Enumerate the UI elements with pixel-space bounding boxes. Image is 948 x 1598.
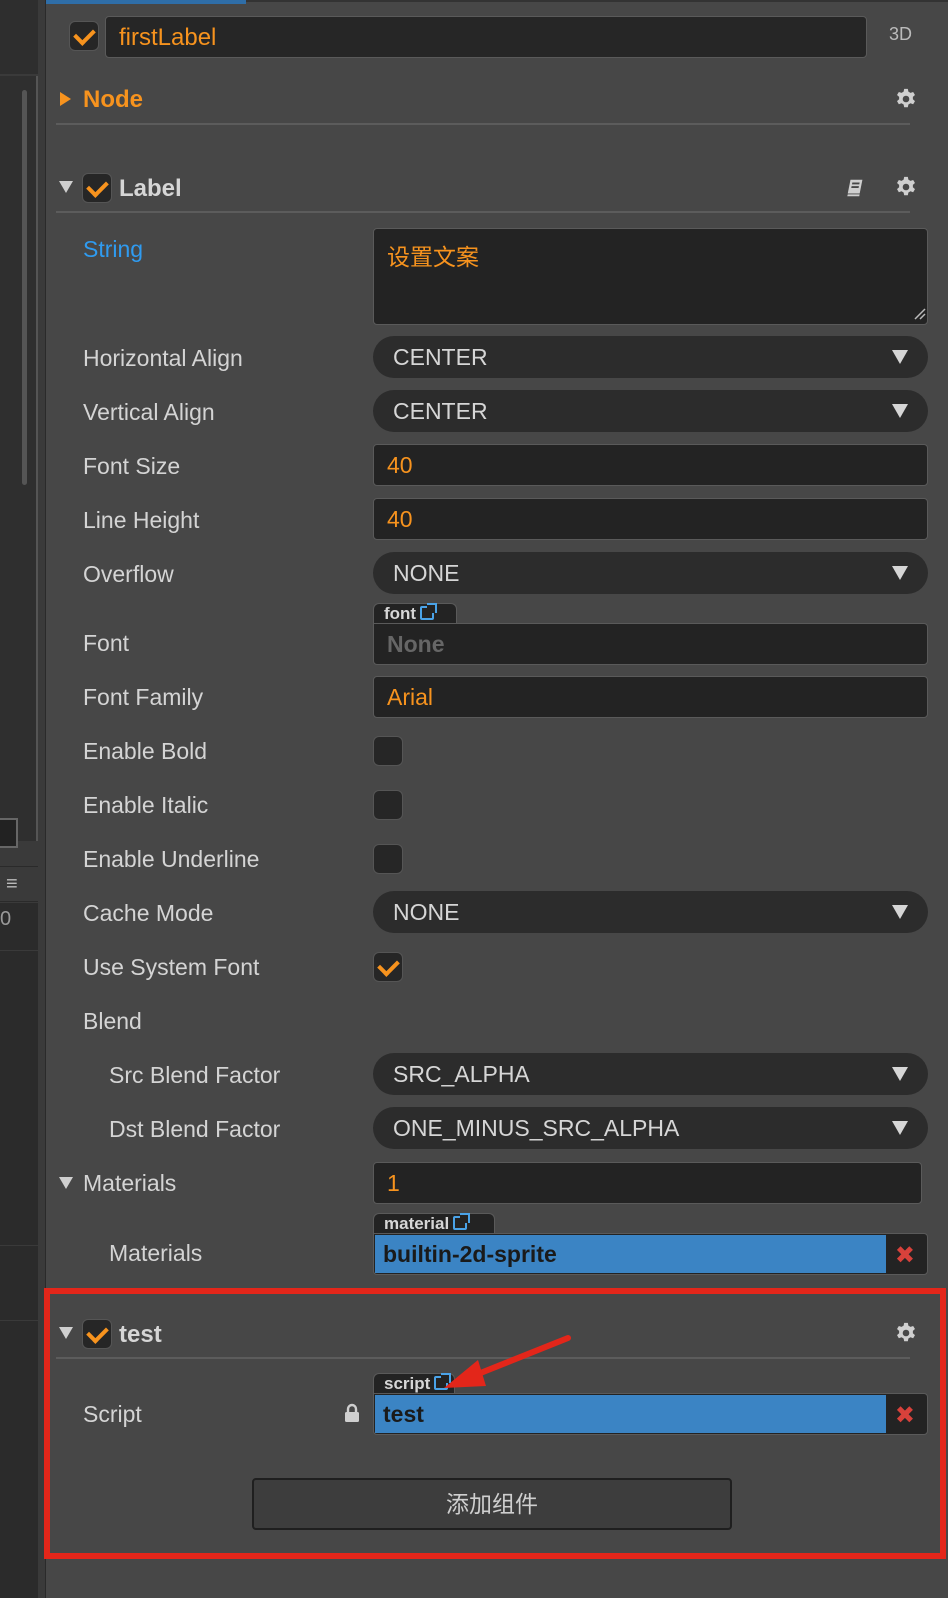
enable-bold-label: Enable Bold: [83, 738, 208, 764]
halign-value: CENTER: [393, 344, 488, 370]
halign-label: Horizontal Align: [83, 345, 243, 371]
label-collapse-icon[interactable]: [59, 181, 73, 193]
materials-collapse-icon[interactable]: [59, 1177, 73, 1189]
font-family-input[interactable]: Arial: [373, 676, 928, 718]
dst-blend-value: ONE_MINUS_SRC_ALPHA: [393, 1115, 680, 1141]
overflow-label: Overflow: [83, 561, 174, 587]
active-tab-indicator: [46, 0, 246, 4]
string-textarea[interactable]: 设置文案: [373, 228, 928, 325]
top-border: [246, 0, 948, 2]
script-tag-label: script: [384, 1374, 431, 1393]
halign-select[interactable]: CENTER: [373, 336, 928, 378]
font-asset-tag[interactable]: font: [373, 603, 457, 625]
node-expand-icon[interactable]: [60, 92, 71, 106]
test-component-title[interactable]: test: [119, 1321, 162, 1349]
font-family-label: Font Family: [83, 684, 204, 710]
node-section-title[interactable]: Node: [83, 86, 143, 114]
left-panel-input[interactable]: [0, 818, 18, 848]
font-size-input[interactable]: 40: [373, 444, 928, 486]
valign-label: Vertical Align: [83, 399, 215, 425]
add-component-button[interactable]: 添加组件: [252, 1478, 732, 1530]
enable-underline-checkbox[interactable]: [373, 844, 403, 874]
cache-mode-label: Cache Mode: [83, 900, 214, 926]
font-label: Font: [83, 630, 130, 656]
enable-underline-label: Enable Underline: [83, 846, 260, 872]
test-enabled-checkbox[interactable]: [82, 1319, 112, 1349]
script-label: Script: [83, 1401, 142, 1427]
node-active-checkbox[interactable]: [69, 21, 99, 51]
materials-count-input[interactable]: 1: [373, 1162, 922, 1204]
src-blend-select[interactable]: SRC_ALPHA: [373, 1053, 928, 1095]
left-panel-console: [0, 903, 38, 1598]
section-divider: [56, 211, 910, 213]
menu-icon[interactable]: ≡: [6, 874, 18, 894]
enable-bold-checkbox[interactable]: [373, 736, 403, 766]
left-panel-scrollbar[interactable]: [22, 90, 27, 485]
dst-blend-label: Dst Blend Factor: [109, 1116, 281, 1142]
gear-icon[interactable]: [895, 1322, 917, 1344]
use-system-font-checkbox[interactable]: [373, 952, 403, 982]
materials-label: Materials: [109, 1240, 203, 1266]
dropdown-arrow-icon: [892, 1121, 908, 1135]
left-panel-row-line: [0, 950, 38, 951]
section-divider: [56, 123, 910, 125]
material-asset-value[interactable]: builtin-2d-sprite: [375, 1235, 886, 1273]
left-panel-row-line: [0, 1320, 38, 1321]
left-panel-list: [0, 76, 38, 841]
materials-group-label: Materials: [83, 1170, 177, 1196]
cache-mode-select[interactable]: NONE: [373, 891, 928, 933]
script-asset-value[interactable]: test: [375, 1395, 886, 1433]
overflow-select[interactable]: NONE: [373, 552, 928, 594]
material-tag-label: material: [384, 1214, 450, 1233]
enable-italic-label: Enable Italic: [83, 792, 209, 818]
dropdown-arrow-icon: [892, 350, 908, 364]
enable-italic-checkbox[interactable]: [373, 790, 403, 820]
label-enabled-checkbox[interactable]: [82, 173, 112, 203]
remove-icon[interactable]: ✖: [895, 1401, 915, 1430]
material-asset-field[interactable]: builtin-2d-sprite ✖: [373, 1233, 928, 1275]
dropdown-arrow-icon: [892, 905, 908, 919]
blend-label: Blend: [83, 1008, 142, 1034]
3d-toggle[interactable]: 3D: [889, 24, 912, 45]
valign-value: CENTER: [393, 398, 488, 424]
use-system-font-label: Use System Font: [83, 954, 260, 980]
cache-mode-value: NONE: [393, 899, 460, 925]
external-link-icon[interactable]: [453, 1213, 471, 1230]
left-panel-row-line: [0, 1245, 38, 1246]
annotation-arrow-icon: [444, 1335, 571, 1388]
left-panel: ≡ 0: [0, 0, 46, 1598]
lock-icon: [345, 1403, 359, 1422]
test-collapse-icon[interactable]: [59, 1327, 73, 1339]
gear-icon[interactable]: [895, 88, 917, 110]
line-height-label: Line Height: [83, 507, 200, 533]
material-asset-tag[interactable]: material: [373, 1213, 495, 1235]
label-component-title[interactable]: Label: [119, 175, 182, 203]
valign-select[interactable]: CENTER: [373, 390, 928, 432]
overflow-value: NONE: [393, 560, 460, 586]
dropdown-arrow-icon: [892, 1067, 908, 1081]
left-panel-top-block: [0, 0, 38, 74]
string-label: String: [83, 236, 144, 262]
node-name-input[interactable]: firstLabel: [105, 16, 867, 58]
remove-icon[interactable]: ✖: [895, 1241, 915, 1270]
font-size-label: Font Size: [83, 453, 181, 479]
left-panel-readout: 0: [0, 908, 12, 930]
line-height-input[interactable]: 40: [373, 498, 928, 540]
dst-blend-select[interactable]: ONE_MINUS_SRC_ALPHA: [373, 1107, 928, 1149]
src-blend-value: SRC_ALPHA: [393, 1061, 530, 1087]
external-link-icon[interactable]: [420, 603, 438, 620]
dropdown-arrow-icon: [892, 404, 908, 418]
gear-icon[interactable]: [895, 176, 917, 198]
src-blend-label: Src Blend Factor: [109, 1062, 281, 1088]
font-asset-field[interactable]: None: [373, 623, 928, 665]
font-tag-label: font: [384, 604, 417, 623]
book-icon[interactable]: [845, 177, 867, 199]
script-asset-field[interactable]: test ✖: [373, 1393, 928, 1435]
resize-grip-icon[interactable]: [912, 306, 926, 320]
dropdown-arrow-icon: [892, 566, 908, 580]
